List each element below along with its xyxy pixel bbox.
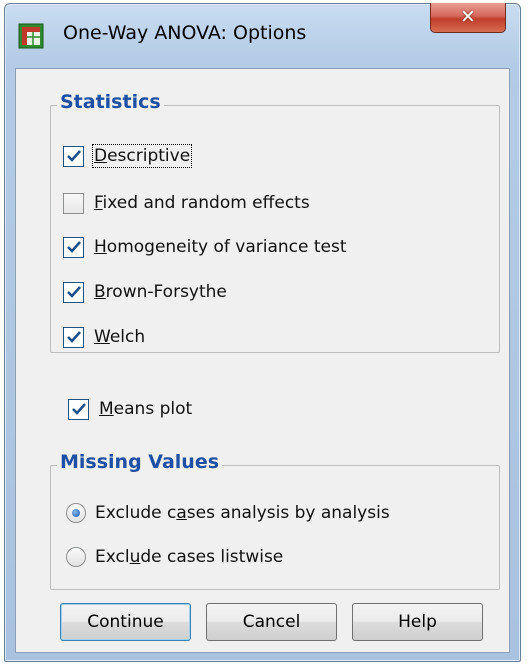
fixed-random-effects-checkbox-row[interactable]: Fixed and random effects (63, 189, 310, 217)
exclude-analysis-radio[interactable] (66, 503, 86, 523)
radio-selected-dot (72, 509, 80, 517)
spss-table-icon (18, 23, 44, 49)
descriptive-label-rest: escriptive (107, 146, 191, 166)
welch-label: Welch (94, 327, 146, 347)
means-plot-checkbox[interactable] (68, 398, 89, 420)
brown-forsythe-label: Brown-Forsythe (94, 282, 227, 302)
statistics-group-title: Statistics (57, 91, 164, 113)
fixed-random-effects-label: Fixed and random effects (94, 193, 310, 213)
window-title: One-Way ANOVA: Options (63, 22, 307, 44)
descriptive-checkbox-row[interactable]: Descriptive (63, 142, 193, 170)
title-bar[interactable]: One-Way ANOVA: Options ✕ (5, 3, 520, 70)
continue-button[interactable]: Continue (60, 603, 191, 641)
missing-values-group-title: Missing Values (57, 451, 223, 473)
means-plot-label: Means plot (99, 399, 193, 419)
missing-values-group: Missing Values (50, 451, 500, 590)
homogeneity-label: Homogeneity of variance test (94, 237, 347, 257)
exclude-listwise-radio-row[interactable]: Exclude cases listwise (66, 543, 283, 571)
welch-checkbox-row[interactable]: Welch (63, 323, 145, 351)
descriptive-label: Descriptive (91, 144, 193, 168)
descriptive-checkbox[interactable] (63, 145, 84, 167)
means-plot-checkbox-row[interactable]: Means plot (68, 395, 192, 423)
exclude-listwise-label: Exclude cases listwise (95, 547, 284, 567)
brown-forsythe-checkbox-row[interactable]: Brown-Forsythe (63, 278, 227, 306)
close-icon: ✕ (460, 6, 476, 28)
welch-checkbox[interactable] (63, 326, 84, 348)
dialog-window: One-Way ANOVA: Options ✕ Statistics Desc… (4, 3, 521, 662)
brown-forsythe-checkbox[interactable] (63, 281, 84, 303)
dialog-client-area: Statistics Descriptive Fixed and random … (15, 68, 510, 653)
homogeneity-checkbox[interactable] (63, 236, 84, 258)
close-button[interactable]: ✕ (430, 3, 506, 33)
fixed-random-effects-checkbox[interactable] (63, 192, 84, 214)
homogeneity-checkbox-row[interactable]: Homogeneity of variance test (63, 233, 347, 261)
exclude-analysis-radio-row[interactable]: Exclude cases analysis by analysis (66, 499, 390, 527)
exclude-analysis-label: Exclude cases analysis by analysis (95, 503, 390, 523)
help-button[interactable]: Help (352, 603, 483, 641)
exclude-listwise-radio[interactable] (66, 547, 86, 567)
cancel-button[interactable]: Cancel (206, 603, 337, 641)
